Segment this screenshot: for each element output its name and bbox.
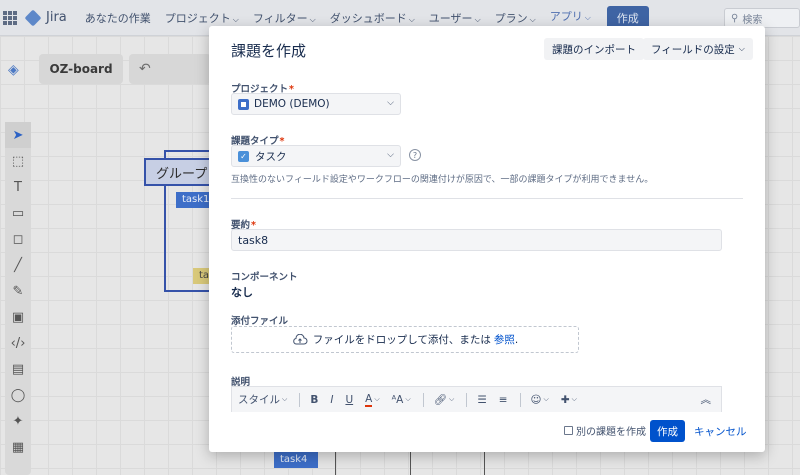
task-card-blue[interactable]: task1 bbox=[176, 192, 212, 208]
help-icon[interactable]: ? bbox=[409, 149, 421, 161]
ai-tool-icon[interactable]: ✦ bbox=[5, 408, 31, 434]
search-input[interactable]: ⚲ 検索 bbox=[724, 8, 800, 28]
board-line bbox=[335, 452, 336, 475]
dropzone-text: ファイルをドロップして添付、または bbox=[312, 334, 491, 346]
chevron-down-icon: ⌵ bbox=[408, 14, 415, 24]
create-another-checkbox[interactable]: 別の課題を作成 bbox=[564, 423, 646, 438]
chevron-down-icon: ⌵ bbox=[474, 14, 481, 24]
chevron-down-icon: ⌵ bbox=[387, 150, 394, 160]
text-tool-icon[interactable]: T bbox=[5, 174, 31, 200]
chevron-down-icon: ⌵ bbox=[309, 14, 316, 24]
bold-icon[interactable]: B bbox=[310, 394, 318, 406]
undo-icon[interactable]: ↶ bbox=[139, 61, 151, 77]
board-name[interactable]: OZ-board bbox=[39, 54, 123, 84]
component-label: コンポーネント bbox=[231, 272, 298, 283]
jira-logo-icon bbox=[24, 9, 42, 26]
description-toolbar: スタイル ⌵ B I U A ⌵ ᴬA ⌵ 🔗︎ ⌵ ☰ ≡ ☺ ⌵ ✚ ⌵ ︽ bbox=[231, 386, 722, 412]
field-settings-label: フィールドの設定 bbox=[651, 43, 735, 56]
board-app-icon[interactable]: ◈ bbox=[8, 62, 19, 78]
nav-item-your-work[interactable]: あなたの作業 bbox=[85, 10, 151, 26]
toolbar-separator bbox=[519, 392, 521, 407]
project-select[interactable]: DEMO (DEMO) ⌵ bbox=[231, 93, 401, 115]
divider bbox=[231, 198, 743, 199]
issue-type-note: 互換性のないフィールド設定やワークフローの関連付けが原因で、一部の課題タイプが利… bbox=[231, 175, 654, 185]
italic-icon[interactable]: I bbox=[330, 394, 333, 406]
more-formatting-icon[interactable]: ᴬA ⌵ bbox=[392, 394, 411, 406]
chevron-down-icon: ⌵ bbox=[387, 98, 394, 108]
board-line bbox=[410, 452, 411, 475]
text-color-icon[interactable]: A ⌵ bbox=[365, 393, 380, 407]
embed-tool-icon[interactable]: ‹/› bbox=[5, 330, 31, 356]
nav-item-apps[interactable]: アプリ ⌵ bbox=[549, 8, 591, 28]
search-placeholder: 検索 bbox=[742, 14, 763, 26]
attachment-label: 添付ファイル bbox=[231, 316, 289, 327]
chevron-down-icon: ⌵ bbox=[232, 14, 239, 24]
chevron-down-icon: ⌵ bbox=[529, 14, 536, 24]
modal-footer: 別の課題を作成 作成 キャンセル bbox=[209, 417, 765, 452]
project-icon bbox=[238, 98, 249, 110]
task-card-bottom[interactable]: task4 bbox=[274, 452, 318, 468]
board-toolbar: ➤ ⬚ T ▭ ◻ ╱ ✎ ▣ ‹/› ▤ ◯ ✦ ▦ bbox=[5, 122, 31, 475]
nav-item-dashboards[interactable]: ダッシュボード ⌵ bbox=[330, 10, 415, 26]
style-dropdown[interactable]: スタイル ⌵ bbox=[238, 392, 287, 407]
shape-tool-icon[interactable]: ◻ bbox=[5, 226, 31, 252]
logo-text: Jira bbox=[46, 10, 67, 25]
attachment-dropzone[interactable]: ファイルをドロップして添付、または 参照. bbox=[231, 326, 579, 353]
board-line bbox=[484, 452, 485, 475]
toolbar-separator bbox=[299, 392, 301, 407]
task-type-icon: ✓ bbox=[238, 150, 249, 162]
create-another-label: 別の課題を作成 bbox=[576, 427, 646, 438]
bullet-list-icon[interactable]: ☰ bbox=[477, 394, 486, 406]
insert-plus-icon[interactable]: ✚ ⌵ bbox=[561, 394, 577, 406]
summary-input[interactable]: task8 bbox=[231, 229, 722, 251]
jira-logo[interactable]: Jira bbox=[24, 9, 67, 26]
underline-icon[interactable]: U bbox=[345, 394, 353, 406]
dropzone-suffix: . bbox=[514, 333, 519, 346]
pen-tool-icon[interactable]: ✎ bbox=[5, 278, 31, 304]
issue-type-value: タスク bbox=[255, 150, 287, 163]
card-tool-icon[interactable]: ▤ bbox=[5, 356, 31, 382]
table-tool-icon[interactable]: ▦ bbox=[5, 434, 31, 460]
search-icon: ⚲ bbox=[731, 12, 739, 24]
project-value: DEMO (DEMO) bbox=[254, 98, 330, 110]
chevron-down-icon: ⌵ bbox=[584, 12, 591, 22]
emoji-icon[interactable]: ☺ ⌵ bbox=[531, 394, 549, 406]
issue-type-select[interactable]: ✓ タスク ⌵ bbox=[231, 145, 401, 167]
numbered-list-icon[interactable]: ≡ bbox=[499, 394, 508, 406]
component-value[interactable]: なし bbox=[231, 284, 253, 300]
browse-link[interactable]: 参照 bbox=[494, 332, 515, 347]
modal-title: 課題を作成 bbox=[231, 42, 307, 60]
image-tool-icon[interactable]: ▣ bbox=[5, 304, 31, 330]
link-icon[interactable]: 🔗︎ ⌵ bbox=[434, 393, 455, 406]
nav-item-projects[interactable]: プロジェクト ⌵ bbox=[165, 10, 239, 26]
import-issues-button[interactable]: 課題のインポート bbox=[544, 38, 644, 60]
checkbox-box[interactable] bbox=[564, 426, 573, 435]
upload-cloud-icon bbox=[292, 333, 308, 344]
nav-item-plans[interactable]: プラン ⌵ bbox=[495, 10, 536, 26]
frame-tool-icon[interactable]: ⬚ bbox=[5, 148, 31, 174]
select-tool-icon[interactable]: ➤ bbox=[5, 122, 31, 148]
collapse-toolbar-icon[interactable]: ︽ bbox=[701, 392, 712, 407]
nav-item-people[interactable]: ユーザー ⌵ bbox=[429, 10, 481, 26]
cancel-button[interactable]: キャンセル bbox=[694, 424, 747, 439]
comment-tool-icon[interactable]: ◯ bbox=[5, 382, 31, 408]
nav-item-filters[interactable]: フィルター ⌵ bbox=[253, 10, 316, 26]
chevron-down-icon: ⌵ bbox=[282, 395, 288, 403]
chevron-down-icon: ⌵ bbox=[738, 44, 745, 53]
toolbar-separator bbox=[466, 392, 468, 407]
app-switcher-icon[interactable] bbox=[3, 10, 17, 25]
toolbar-separator bbox=[422, 392, 424, 407]
undo-redo: ↶ bbox=[129, 54, 211, 84]
create-button[interactable]: 作成 bbox=[650, 420, 685, 442]
field-settings-button[interactable]: フィールドの設定 ⌵ bbox=[643, 38, 753, 60]
create-issue-modal: 課題を作成 課題のインポート フィールドの設定 ⌵ プロジェクト* DEMO (… bbox=[209, 26, 765, 452]
line-tool-icon[interactable]: ╱ bbox=[5, 252, 31, 278]
group-title[interactable]: グループ bbox=[144, 158, 212, 186]
note-tool-icon[interactable]: ▭ bbox=[5, 200, 31, 226]
